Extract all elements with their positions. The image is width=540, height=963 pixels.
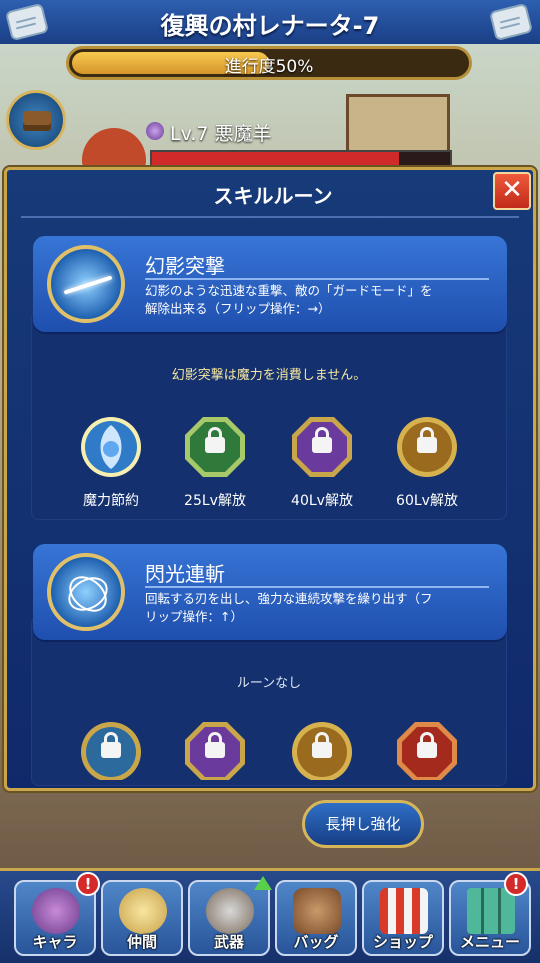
skill-1-info: 幻影突撃は魔力を消費しません。: [171, 368, 367, 383]
nav-label: キャラ: [32, 933, 78, 951]
nav-bag-button[interactable]: バッグ: [275, 880, 357, 956]
rune-slot-25[interactable]: [183, 415, 247, 479]
skill-2-description: 回転する刃を出し、強力な連続攻撃を繰り出す（フ リップ操作：↑）: [145, 591, 433, 624]
upgrade-arrow-icon: [254, 876, 272, 890]
hold-enhance-button[interactable]: 長押し強化: [302, 800, 424, 848]
skill-1-underline: [145, 278, 489, 280]
rune-mana-save[interactable]: [79, 415, 143, 479]
nav-label: 仲間: [126, 933, 157, 951]
rune-slot-60[interactable]: [395, 415, 459, 479]
enemy-hp-bar: [150, 150, 452, 168]
nav-shop-button[interactable]: ショップ: [362, 880, 444, 956]
rune-label: 魔力節約: [83, 493, 139, 509]
skill-rune-modal: スキルルーン ✕ 幻影突撃 幻影のような迅速な重撃、敵の「ガードモード」を 解除…: [4, 167, 536, 791]
enemy-name: Lv.7 悪魔羊: [170, 123, 272, 145]
close-button[interactable]: ✕: [493, 172, 531, 210]
shop-icon: [380, 888, 428, 934]
sword-icon: [206, 888, 254, 934]
skill-2-underline: [145, 586, 489, 588]
modal-divider: [21, 216, 519, 218]
rune-slot-skill2-2[interactable]: [183, 720, 247, 780]
rune-slot-40[interactable]: [290, 415, 354, 479]
flash-slash-icon: [47, 553, 125, 631]
stage-progress-label: 進行度50%: [224, 57, 314, 77]
rune-slot-skill2-3[interactable]: [290, 720, 354, 780]
treasure-chest-icon[interactable]: [6, 90, 66, 150]
nav-label: 武器: [213, 933, 244, 951]
skill-1-name: 幻影突撃: [145, 254, 225, 278]
skill-1-description: 幻影のような迅速な重撃、敵の「ガードモード」を 解除出来る（フリップ操作：→）: [145, 283, 433, 316]
rune-slot-skill2-1[interactable]: [79, 720, 143, 780]
menu-grid-icon: [467, 888, 515, 934]
scene-door: [346, 94, 450, 154]
nav-weapon-button[interactable]: 武器: [188, 880, 270, 956]
character-icon: [32, 888, 80, 934]
modal-title: スキルルーン: [213, 184, 333, 208]
rune-label: 25Lv解放: [184, 493, 246, 509]
skill-2-info: ルーンなし: [236, 676, 302, 691]
mana-save-icon: [81, 417, 141, 477]
bag-icon: [293, 888, 341, 934]
skill-2-panel[interactable]: 閃光連斬 回転する刃を出し、強力な連続攻撃を繰り出す（フ リップ操作：↑）: [33, 544, 507, 640]
alert-badge: !: [504, 872, 528, 896]
skill-2-name: 閃光連斬: [145, 562, 225, 586]
nav-label: バッグ: [293, 933, 339, 951]
rune-slot-skill2-4[interactable]: [395, 720, 459, 780]
enemy-element-icon: [146, 122, 164, 140]
nav-label: メニュー: [459, 933, 520, 951]
rune-label: 60Lv解放: [396, 493, 458, 509]
nav-companions-button[interactable]: 仲間: [101, 880, 183, 956]
map-scroll-icon[interactable]: [490, 5, 532, 39]
nav-label: ショップ: [372, 933, 433, 951]
rune-label: 40Lv解放: [291, 493, 353, 509]
alert-badge: !: [76, 872, 100, 896]
stage-title: 復興の村レナータ-7: [160, 12, 380, 40]
companion-icon: [119, 888, 167, 934]
phantom-strike-icon: [47, 245, 125, 323]
skill-1-panel[interactable]: 幻影突撃 幻影のような迅速な重撃、敵の「ガードモード」を 解除出来る（フリップ操…: [33, 236, 507, 332]
